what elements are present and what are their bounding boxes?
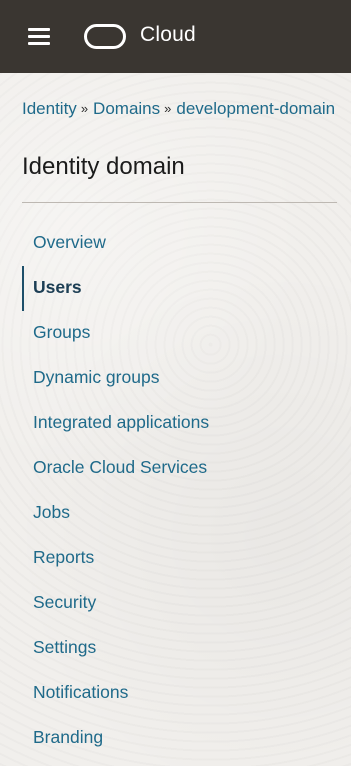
side-nav: Overview Users Groups Dynamic groups Int… [22, 220, 342, 760]
nav-item-reports[interactable]: Reports [22, 535, 342, 580]
oracle-logo-icon[interactable] [84, 24, 126, 49]
top-bar: Cloud [0, 0, 351, 73]
nav-item-jobs[interactable]: Jobs [22, 490, 342, 535]
divider [22, 202, 337, 203]
nav-item-users[interactable]: Users [22, 265, 342, 311]
breadcrumb: Identity» Domains» development-domain [22, 99, 335, 119]
nav-item-notifications[interactable]: Notifications [22, 670, 342, 715]
brand-title: Cloud [140, 23, 196, 46]
nav-item-groups[interactable]: Groups [22, 310, 342, 355]
nav-item-branding[interactable]: Branding [22, 715, 342, 760]
breadcrumb-identity[interactable]: Identity [22, 99, 77, 118]
nav-item-security[interactable]: Security [22, 580, 342, 625]
nav-item-settings[interactable]: Settings [22, 625, 342, 670]
hamburger-menu-icon[interactable] [28, 28, 50, 45]
breadcrumb-domains[interactable]: Domains [93, 99, 160, 118]
nav-item-dynamic-groups[interactable]: Dynamic groups [22, 355, 342, 400]
breadcrumb-development-domain[interactable]: development-domain [176, 99, 335, 118]
page-title: Identity domain [22, 153, 185, 180]
nav-item-integrated-applications[interactable]: Integrated applications [22, 400, 342, 445]
nav-item-overview[interactable]: Overview [22, 220, 342, 265]
nav-item-oracle-cloud-services[interactable]: Oracle Cloud Services [22, 445, 342, 490]
breadcrumb-separator-icon: » [164, 101, 172, 116]
breadcrumb-separator-icon: » [80, 101, 89, 116]
